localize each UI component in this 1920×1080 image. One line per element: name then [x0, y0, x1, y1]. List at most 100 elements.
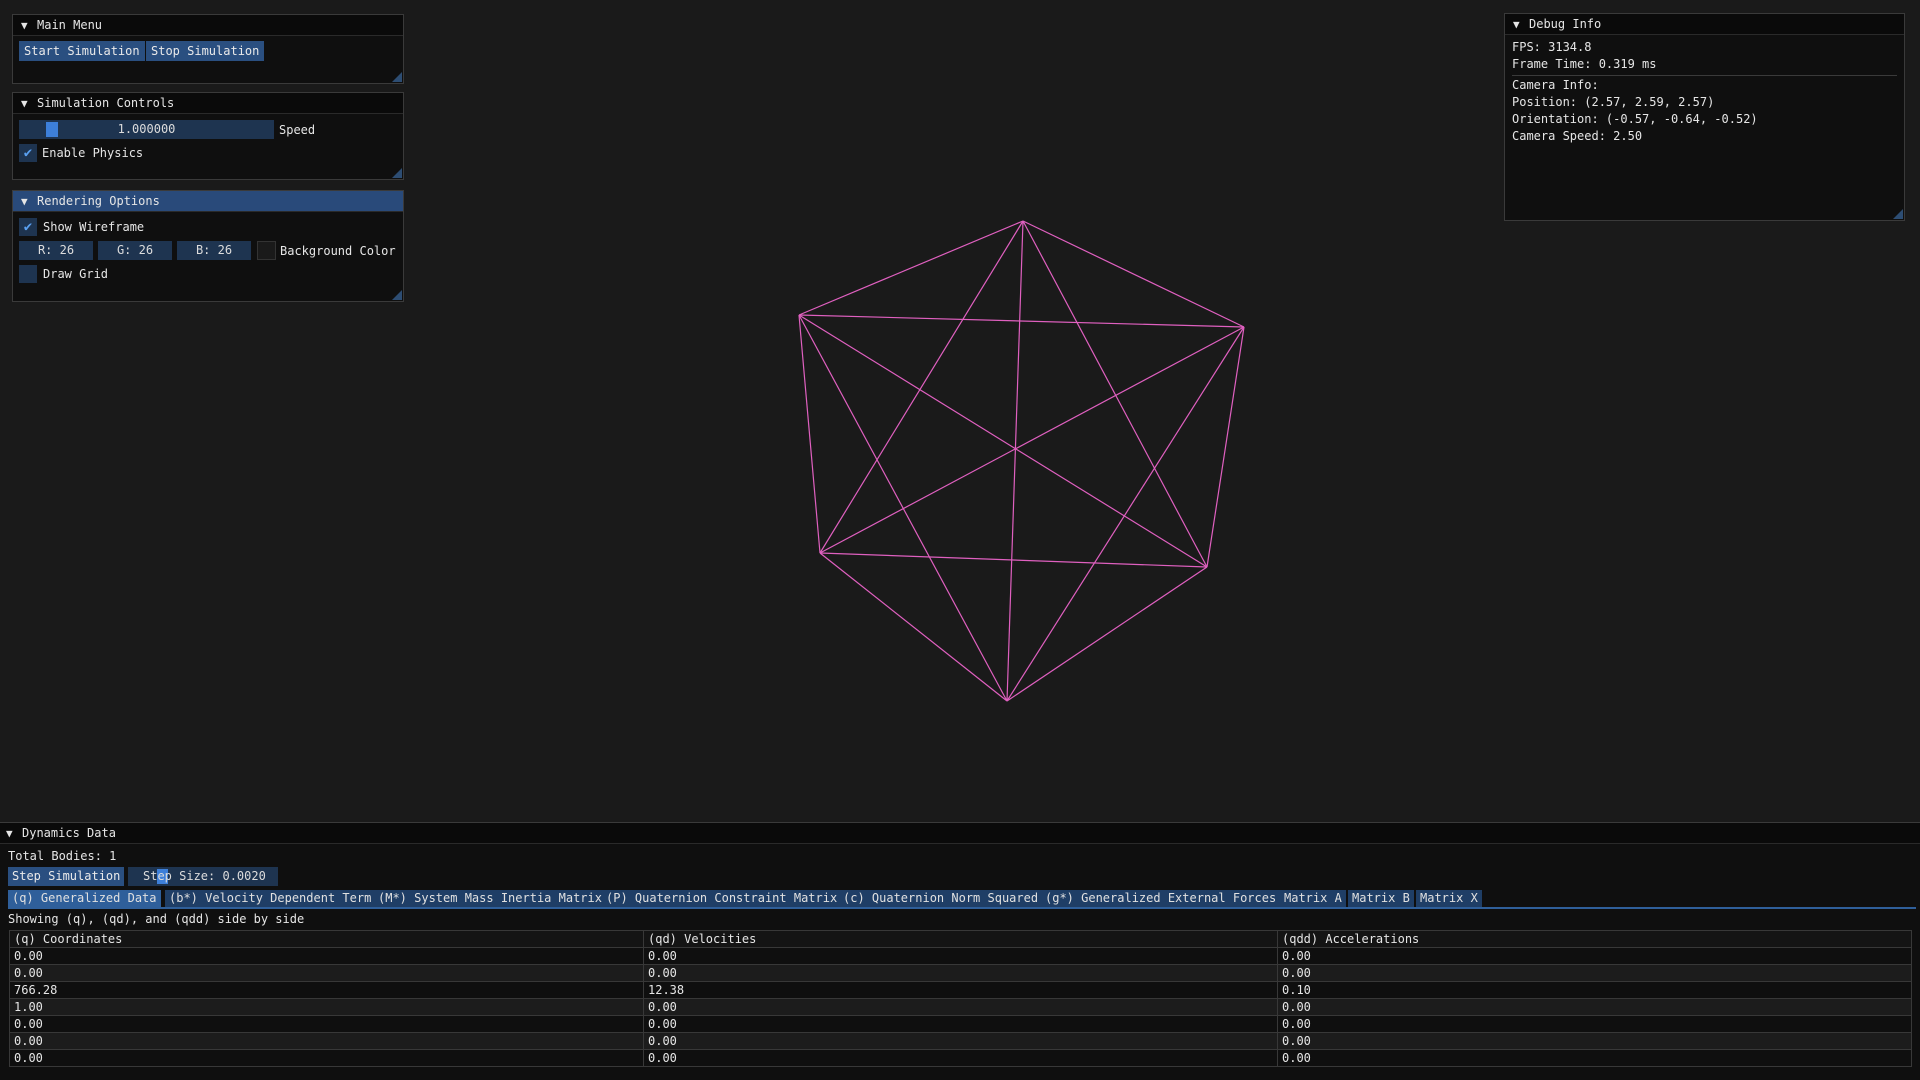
- wireframe-edge: [798, 220, 1024, 316]
- table-cell: 0.00: [643, 964, 1278, 982]
- tab-1[interactable]: (b*) Velocity Dependent Term: [165, 890, 376, 907]
- simulation-controls-title: Simulation Controls: [37, 96, 175, 110]
- resize-grip-icon[interactable]: [392, 290, 402, 300]
- show-wireframe-checkbox[interactable]: ✔: [19, 218, 37, 236]
- wireframe-edge: [1006, 566, 1208, 702]
- table-cell: 0.00: [1277, 1032, 1912, 1050]
- table-cell: 0.00: [9, 964, 644, 982]
- table-cell: 0.00: [9, 1032, 644, 1050]
- tab-8[interactable]: Matrix X: [1416, 890, 1482, 907]
- tab-4[interactable]: (c) Quaternion Norm Squared: [839, 890, 1043, 907]
- color-r-field[interactable]: R: 26: [19, 241, 93, 260]
- dynamics-data-window: ▼ Dynamics Data Total Bodies: 1 Step Simu…: [0, 822, 1920, 1080]
- wireframe-edge: [798, 314, 1208, 568]
- color-g-field[interactable]: G: 26: [98, 241, 172, 260]
- debug-info-title-bar[interactable]: ▼ Debug Info: [1505, 14, 1904, 35]
- stop-simulation-button[interactable]: Stop Simulation: [146, 41, 265, 61]
- table-cell: 0.00: [9, 947, 644, 965]
- main-menu-title-bar[interactable]: ▼ Main Menu: [13, 15, 403, 36]
- tab-5[interactable]: (g*) Generalized External Forces: [1041, 890, 1281, 907]
- table-cell: 0.00: [1277, 947, 1912, 965]
- step-simulation-button[interactable]: Step Simulation: [8, 867, 125, 886]
- fps-text: FPS: 3134.8: [1512, 40, 1592, 54]
- dynamics-table: (q) Coordinates (qd) Velocities (qdd) Acce…: [9, 930, 1912, 1067]
- table-row: 0.00 0.00 0.00: [9, 1032, 1912, 1050]
- wireframe-edge: [798, 314, 821, 554]
- rendering-options-title-bar[interactable]: ▼ Rendering Options: [13, 191, 403, 212]
- tab-3[interactable]: (P) Quaternion Constraint Matrix: [602, 890, 842, 907]
- tab-0[interactable]: (q) Generalized Data: [8, 890, 161, 907]
- wireframe-edge: [1022, 220, 1208, 568]
- draw-grid-label: Draw Grid: [43, 267, 109, 281]
- wireframe-edge: [1006, 220, 1024, 702]
- column-header: (qdd) Accelerations: [1277, 930, 1912, 948]
- resize-grip-icon[interactable]: [392, 168, 402, 178]
- camera-position-text: Position: (2.57, 2.59, 2.57): [1512, 95, 1715, 109]
- main-menu-title: Main Menu: [37, 18, 103, 32]
- enable-physics-checkbox[interactable]: ✔: [19, 144, 37, 162]
- collapse-triangle-icon[interactable]: ▼: [21, 16, 37, 36]
- table-header-row: (q) Coordinates (qd) Velocities (qdd) Acce…: [9, 930, 1912, 948]
- table-cell: 12.38: [643, 981, 1278, 999]
- camera-orientation-text: Orientation: (-0.57, -0.64, -0.52): [1512, 112, 1758, 126]
- table-row: 1.00 0.00 0.00: [9, 998, 1912, 1016]
- speed-slider[interactable]: 1.000000: [19, 120, 274, 139]
- rendering-options-window: ▼ Rendering Options ✔ Show Wireframe R: 2…: [12, 190, 404, 302]
- table-cell: 0.00: [643, 1049, 1278, 1067]
- table-row: 0.00 0.00 0.00: [9, 964, 1912, 982]
- simulation-controls-title-bar[interactable]: ▼ Simulation Controls: [13, 93, 403, 114]
- table-cell: 1.00: [9, 998, 644, 1016]
- showing-text: Showing (q), (qd), and (qdd) side by sid…: [8, 912, 305, 926]
- table-cell: 0.00: [9, 1015, 644, 1033]
- enable-physics-label: Enable Physics: [42, 146, 144, 160]
- wireframe-edge: [798, 314, 1008, 702]
- resize-grip-icon[interactable]: [1893, 209, 1903, 219]
- step-size-value: Step Size: 0.0020: [143, 869, 266, 883]
- step-size-field[interactable]: Step Size: 0.0020: [128, 867, 278, 886]
- background-color-label: Background Color: [280, 244, 396, 258]
- wireframe-edge: [819, 552, 1008, 702]
- column-header: (qd) Velocities: [643, 930, 1278, 948]
- wireframe-edge: [819, 220, 1024, 554]
- table-cell: 0.10: [1277, 981, 1912, 999]
- table-cell: 0.00: [643, 1015, 1278, 1033]
- start-simulation-button[interactable]: Start Simulation: [19, 41, 145, 61]
- table-row: 0.00 0.00 0.00: [9, 1049, 1912, 1067]
- table-cell: 0.00: [1277, 964, 1912, 982]
- background-color-swatch[interactable]: [257, 241, 276, 260]
- dynamics-tab-bar: (q) Generalized Data (b*) Velocity Depend…: [0, 889, 1920, 909]
- table-cell: 0.00: [1277, 1049, 1912, 1067]
- wireframe-edge: [1006, 326, 1245, 702]
- dynamics-data-title-bar[interactable]: ▼ Dynamics Data: [0, 823, 1920, 844]
- collapse-triangle-icon[interactable]: ▼: [21, 192, 37, 212]
- speed-value: 1.000000: [117, 122, 176, 136]
- color-b-field[interactable]: B: 26: [177, 241, 251, 260]
- table-cell: 0.00: [643, 998, 1278, 1016]
- table-cell: 0.00: [1277, 998, 1912, 1016]
- wireframe-edge: [819, 326, 1245, 554]
- main-menu-window: ▼ Main Menu Start Simulation Stop Simulat…: [12, 14, 404, 84]
- debug-info-title: Debug Info: [1529, 17, 1602, 31]
- resize-grip-icon[interactable]: [392, 72, 402, 82]
- rendering-options-title: Rendering Options: [37, 194, 160, 208]
- table-cell: 766.28: [9, 981, 644, 999]
- speed-slider-grab[interactable]: [46, 122, 58, 137]
- dynamics-data-title: Dynamics Data: [22, 826, 116, 840]
- frame-time-text: Frame Time: 0.319 ms: [1512, 57, 1657, 71]
- table-cell: 0.00: [643, 1032, 1278, 1050]
- tab-2[interactable]: (M*) System Mass Inertia Matrix: [374, 890, 606, 907]
- collapse-triangle-icon[interactable]: ▼: [21, 94, 37, 114]
- table-row: 0.00 0.00 0.00: [9, 1015, 1912, 1033]
- draw-grid-checkbox[interactable]: [19, 265, 37, 283]
- total-bodies-text: Total Bodies: 1: [8, 849, 117, 863]
- tab-7[interactable]: Matrix B: [1348, 890, 1414, 907]
- speed-label: Speed: [279, 123, 316, 137]
- show-wireframe-label: Show Wireframe: [43, 220, 145, 234]
- tab-6[interactable]: Matrix A: [1280, 890, 1346, 907]
- column-header: (q) Coordinates: [9, 930, 644, 948]
- collapse-triangle-icon[interactable]: ▼: [1513, 15, 1529, 35]
- table-cell: 0.00: [9, 1049, 644, 1067]
- table-row: 0.00 0.00 0.00: [9, 947, 1912, 965]
- simulation-controls-window: ▼ Simulation Controls 1.000000 Speed ✔ En…: [12, 92, 404, 180]
- collapse-triangle-icon[interactable]: ▼: [6, 824, 22, 844]
